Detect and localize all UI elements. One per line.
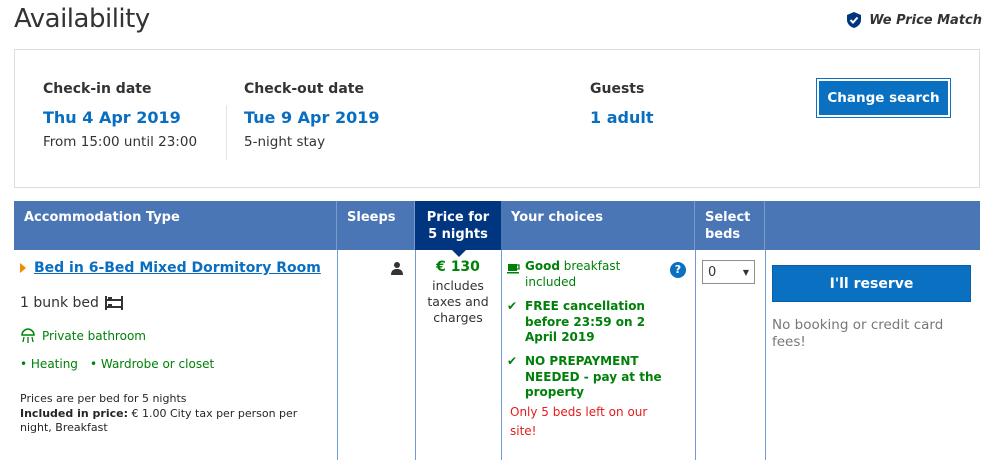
breakfast-rating: Good xyxy=(525,259,560,273)
bed-info: 1 bunk bed xyxy=(20,295,124,311)
guests-label: Guests xyxy=(590,81,645,97)
column-rule xyxy=(337,250,338,460)
column-divider xyxy=(226,105,227,160)
price-value: € 130 xyxy=(436,259,480,275)
bunk-bed-icon xyxy=(104,296,123,310)
breakfast-choice: Good breakfast included xyxy=(507,259,667,290)
cancellation-text: FREE cancellation before 23:59 on 2 Apri… xyxy=(525,299,646,344)
checkin-date[interactable]: Thu 4 Apr 2019 xyxy=(43,108,197,127)
checkmark-icon: ✔ xyxy=(507,299,518,313)
help-question-icon[interactable]: ? xyxy=(670,262,686,278)
expand-triangle-icon xyxy=(20,263,26,273)
prepayment-choice: ✔ NO PREPAYMENT NEEDED - pay at the prop… xyxy=(507,354,667,401)
header-select-beds: Select beds xyxy=(695,201,765,250)
facility-private-bathroom: Private bathroom xyxy=(20,328,146,344)
coffee-cup-icon xyxy=(507,264,520,274)
beds-selected-value: 0 xyxy=(708,264,717,280)
column-rule xyxy=(695,250,696,460)
price-notes: Prices are per bed for 5 nights Included… xyxy=(20,392,310,436)
column-rule xyxy=(765,250,766,460)
header-choices: Your choices xyxy=(501,201,695,250)
person-icon xyxy=(391,262,403,275)
header-price: Price for 5 nights xyxy=(415,201,501,257)
amenity-item: • Wardrobe or closet xyxy=(89,357,215,371)
shield-check-icon xyxy=(847,12,862,28)
shower-icon xyxy=(21,328,35,343)
availability-warning: Only 5 beds left on our site! xyxy=(510,405,648,438)
header-price-line2: 5 nights xyxy=(428,227,488,242)
price-subtext: includes taxes and charges xyxy=(427,278,489,325)
guests-column: Guests 1 adult xyxy=(590,81,653,127)
header-beds-line1: Select xyxy=(705,210,751,225)
stay-length: 5-night stay xyxy=(244,134,326,150)
dropdown-arrow-icon: ▼ xyxy=(742,267,749,277)
prepayment-text: NO PREPAYMENT NEEDED - pay at the proper… xyxy=(525,354,662,399)
price-match-label: We Price Match xyxy=(869,12,982,28)
facility-label: Private bathroom xyxy=(42,329,146,343)
table-header: Accommodation Type Sleeps Price for 5 ni… xyxy=(14,201,980,257)
checkmark-icon: ✔ xyxy=(507,354,518,368)
guests-value[interactable]: 1 adult xyxy=(590,108,653,127)
bed-info-text: 1 bunk bed xyxy=(20,295,99,311)
checkin-column: Check-in date Thu 4 Apr 2019 From 15:00 … xyxy=(43,81,197,150)
search-summary: Check-in date Thu 4 Apr 2019 From 15:00 … xyxy=(14,49,980,188)
room-name[interactable]: Bed in 6-Bed Mixed Dormitory Room xyxy=(34,260,321,276)
change-search-button[interactable]: Change search xyxy=(816,78,951,118)
checkout-label: Check-out date xyxy=(244,81,364,97)
header-reserve xyxy=(765,201,980,250)
reserve-note: No booking or credit card fees! xyxy=(772,317,944,350)
header-sleeps: Sleeps xyxy=(337,201,415,250)
amenity-list: • Heating • Wardrobe or closet xyxy=(20,357,214,371)
reserve-button[interactable]: I'll reserve xyxy=(772,265,971,302)
column-rule xyxy=(501,250,502,460)
header-price-line1: Price for xyxy=(426,210,490,225)
beds-select[interactable]: 0 ▼ xyxy=(702,260,755,284)
header-accommodation: Accommodation Type xyxy=(14,201,337,250)
price-match-badge[interactable]: We Price Match xyxy=(845,11,982,29)
amenity-item: • Heating xyxy=(20,357,78,371)
page-title: Availability xyxy=(14,4,150,34)
room-name-link[interactable]: Bed in 6-Bed Mixed Dormitory Room xyxy=(20,260,321,276)
header-beds-line2: beds xyxy=(705,227,741,242)
cancellation-choice: ✔ FREE cancellation before 23:59 on 2 Ap… xyxy=(507,299,667,346)
checkout-date[interactable]: Tue 9 Apr 2019 xyxy=(244,108,380,127)
price-note: Prices are per bed for 5 nights xyxy=(20,392,187,405)
included-in-price: Included in price: € 1.00 City tax per p… xyxy=(20,406,298,435)
checkin-label: Check-in date xyxy=(43,81,152,97)
checkin-time: From 15:00 until 23:00 xyxy=(43,134,198,150)
checkout-column: Check-out date Tue 9 Apr 2019 5-night st… xyxy=(244,81,380,150)
